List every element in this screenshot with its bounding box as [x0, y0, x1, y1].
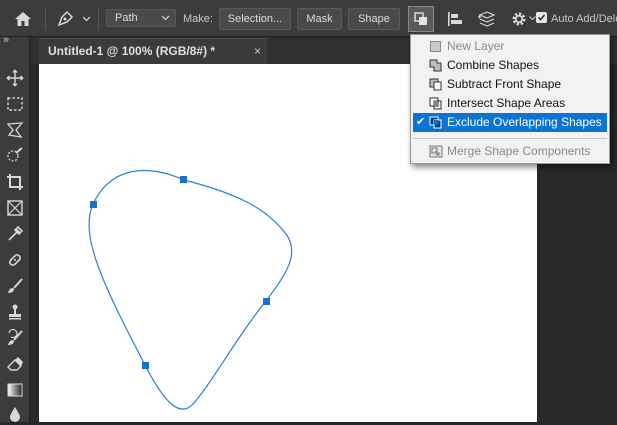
menu-separator	[413, 138, 607, 139]
subtract-front-shape-icon	[429, 78, 443, 91]
auto-add-delete-label: Auto Add/Delete	[551, 13, 617, 25]
clone-stamp-tool-icon[interactable]	[4, 301, 26, 323]
gradient-tool-icon[interactable]	[4, 379, 26, 401]
new-layer-icon	[429, 40, 443, 53]
divider	[45, 8, 46, 30]
path-arrangement-icon[interactable]	[476, 8, 500, 30]
pen-tool-preset-icon[interactable]	[54, 9, 76, 29]
path-mode-value: Path	[115, 12, 138, 24]
crop-tool-icon[interactable]	[4, 171, 26, 193]
make-label: Make:	[183, 13, 213, 25]
options-bar: Path Make: Selection... Mask Shape Auto …	[0, 0, 617, 37]
shape-button[interactable]: Shape	[348, 8, 400, 30]
brush-tool-icon[interactable]	[4, 275, 26, 297]
quick-selection-tool-icon[interactable]	[4, 145, 26, 167]
combine-shapes-icon	[429, 59, 443, 72]
path-operations-icon	[414, 12, 427, 25]
menu-item-subtract-front-shape[interactable]: Subtract Front Shape	[413, 75, 607, 94]
frame-tool-icon[interactable]	[4, 197, 26, 219]
checkmark-icon: ✔	[416, 116, 426, 128]
auto-add-delete-checkbox[interactable]	[536, 12, 547, 23]
mask-button[interactable]: Mask	[297, 8, 342, 30]
menu-item-merge-shape-components[interactable]: Merge Shape Components	[413, 142, 607, 161]
path-operations-button[interactable]	[408, 6, 434, 32]
intersect-shape-areas-icon	[429, 97, 443, 110]
exclude-overlapping-shapes-icon	[429, 116, 443, 129]
eyedropper-tool-icon[interactable]	[4, 223, 26, 245]
lasso-tool-icon[interactable]	[4, 119, 26, 141]
anchor-point	[263, 298, 270, 305]
menu-item-intersect-shape-areas[interactable]: Intersect Shape Areas	[413, 94, 607, 113]
menu-item-combine-shapes[interactable]: Combine Shapes	[413, 56, 607, 75]
merge-shape-components-icon	[429, 145, 443, 158]
chevron-down-icon[interactable]	[528, 13, 536, 23]
eraser-tool-icon[interactable]	[4, 353, 26, 375]
document-tab[interactable]: Untitled-1 @ 100% (RGB/8#) * ×	[39, 38, 267, 64]
menu-item-new-layer[interactable]: New Layer	[413, 37, 607, 56]
tools-panel: »	[0, 34, 30, 422]
gear-icon[interactable]	[509, 9, 529, 29]
healing-brush-tool-icon[interactable]	[4, 249, 26, 271]
chevron-down-icon[interactable]	[80, 12, 92, 26]
document-tab-title: Untitled-1 @ 100% (RGB/8#) *	[48, 44, 216, 58]
move-tool-icon[interactable]	[4, 67, 26, 89]
panel-collapse-icon[interactable]: »	[3, 34, 9, 46]
home-icon[interactable]	[12, 9, 34, 29]
anchor-point	[90, 201, 97, 208]
divider	[98, 8, 99, 30]
path-mode-select[interactable]: Path	[106, 9, 176, 27]
anchor-point	[180, 176, 187, 183]
chevron-down-icon	[161, 10, 170, 26]
history-brush-tool-icon[interactable]	[4, 327, 26, 349]
marquee-tool-icon[interactable]	[4, 93, 26, 115]
menu-item-exclude-overlapping-shapes[interactable]: ✔ Exclude Overlapping Shapes	[413, 113, 607, 132]
selection-button[interactable]: Selection...	[219, 8, 291, 30]
close-icon[interactable]: ×	[254, 39, 261, 63]
path-operations-menu: New Layer Combine Shapes Subtract Front …	[410, 34, 610, 164]
anchor-point	[142, 362, 149, 369]
path-alignment-icon[interactable]	[444, 8, 466, 30]
